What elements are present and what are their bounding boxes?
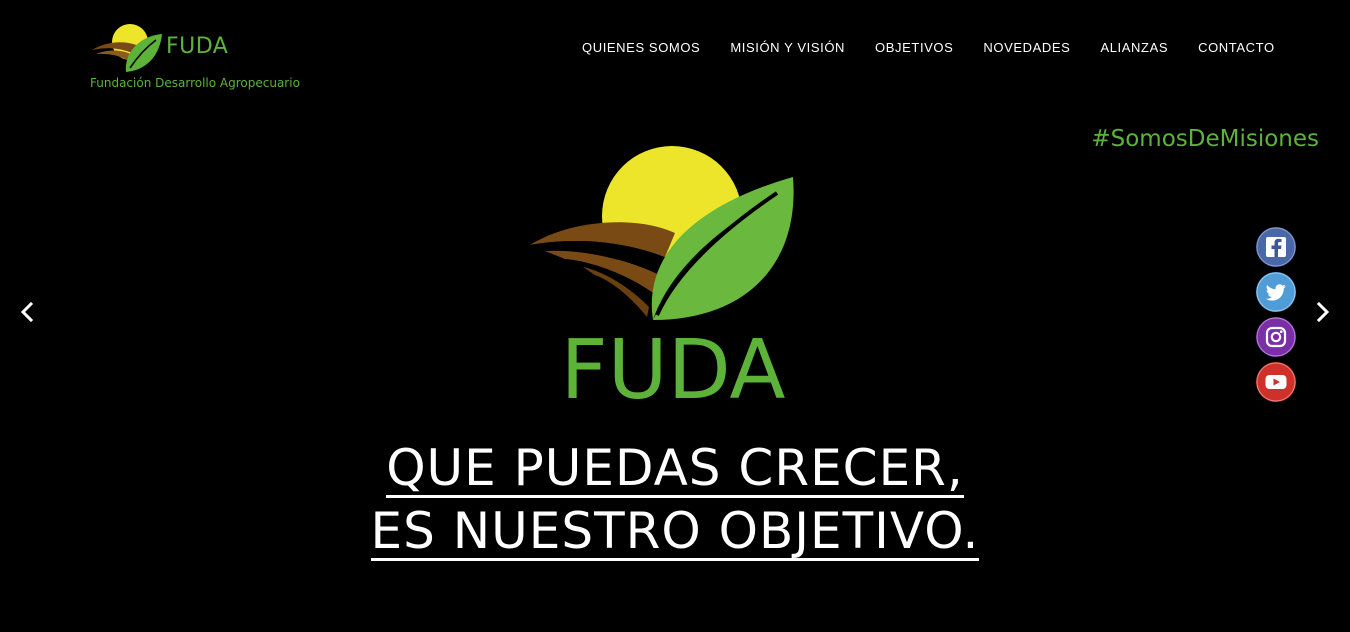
nav-item-alianzas[interactable]: ALIANZAS — [1085, 40, 1183, 55]
brand-tagline: Fundación Desarrollo Agropecuario — [90, 76, 300, 90]
carousel-next-button[interactable] — [1308, 298, 1336, 326]
instagram-icon — [1256, 317, 1296, 357]
carousel-prev-button[interactable] — [14, 298, 42, 326]
hero-logo-graphic — [525, 145, 805, 334]
twitter-button[interactable] — [1256, 272, 1296, 312]
slogan-line-1-text: QUE PUEDAS CRECER, — [386, 439, 964, 498]
brand-logo[interactable]: FUDA Fundación Desarrollo Agropecuario — [90, 22, 310, 94]
instagram-button[interactable] — [1256, 317, 1296, 357]
brand-logo-icon — [92, 24, 162, 72]
social-links — [1256, 227, 1296, 402]
facebook-icon — [1256, 227, 1296, 267]
youtube-button[interactable] — [1256, 362, 1296, 402]
brand-name: FUDA — [166, 34, 229, 59]
hero-logo-text: FUDA — [0, 330, 1350, 412]
nav-item-mision-vision[interactable]: MISIÓN Y VISIÓN — [715, 40, 860, 55]
slogan-line-2: ES NUESTRO OBJETIVO. — [0, 506, 1350, 561]
chevron-left-icon — [20, 301, 34, 323]
main-nav: QUIENES SOMOS MISIÓN Y VISIÓN OBJETIVOS … — [567, 40, 1290, 55]
slogan-line-1: QUE PUEDAS CRECER, — [0, 443, 1350, 498]
nav-item-novedades[interactable]: NOVEDADES — [968, 40, 1085, 55]
slogan-line-2-text: ES NUESTRO OBJETIVO. — [370, 502, 980, 561]
hashtag: #SomosDeMisiones — [1091, 126, 1319, 152]
hero-logo-wordmark: FUDA — [560, 323, 786, 418]
nav-item-objetivos[interactable]: OBJETIVOS — [860, 40, 968, 55]
facebook-button[interactable] — [1256, 227, 1296, 267]
chevron-right-icon — [1316, 301, 1330, 323]
nav-item-quienes-somos[interactable]: QUIENES SOMOS — [567, 40, 715, 55]
youtube-icon — [1256, 362, 1296, 402]
nav-item-contacto[interactable]: CONTACTO — [1183, 40, 1290, 55]
twitter-icon — [1256, 272, 1296, 312]
fuda-emblem-icon — [530, 146, 794, 320]
